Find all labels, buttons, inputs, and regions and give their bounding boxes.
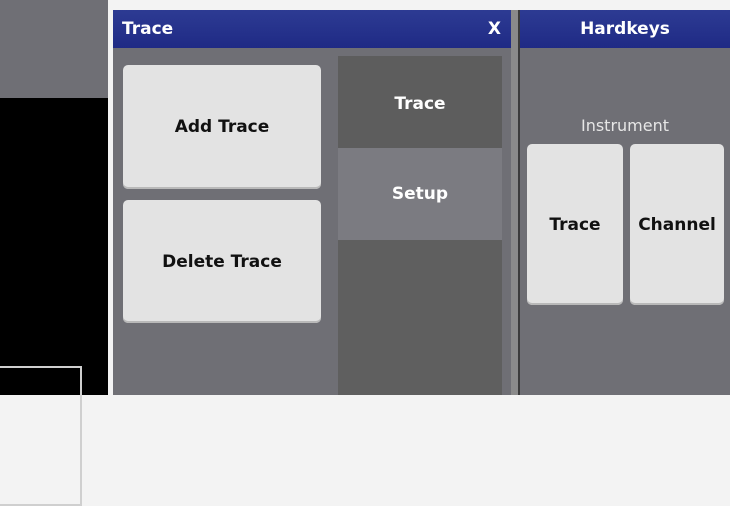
hardkeys-panel-title: Hardkeys — [580, 19, 670, 39]
tab-trace[interactable]: Trace — [338, 56, 502, 148]
tab-setup[interactable]: Setup — [338, 148, 502, 240]
hardkey-trace-button[interactable]: Trace — [527, 144, 623, 305]
instrument-section-label: Instrument — [580, 116, 670, 135]
add-trace-button[interactable]: Add Trace — [123, 65, 321, 189]
delete-trace-label: Delete Trace — [162, 251, 282, 272]
trace-panel-tabs: Trace Setup — [338, 56, 502, 395]
trace-panel: Trace X Add Trace Delete Trace Trace Set… — [113, 10, 511, 395]
trace-panel-titlebar: Trace X — [113, 10, 511, 48]
trace-panel-title: Trace — [122, 19, 174, 39]
add-trace-label: Add Trace — [174, 117, 270, 137]
hardkey-channel-label: Channel — [638, 214, 716, 235]
hardkeys-panel-titlebar: Hardkeys — [520, 10, 730, 48]
hardkey-channel-button[interactable]: Channel — [630, 144, 724, 305]
tab-trace-label: Trace — [394, 94, 446, 114]
panel-divider — [511, 10, 518, 395]
background-strip — [0, 0, 108, 98]
hardkeys-panel: Hardkeys Instrument Trace Channel — [518, 10, 730, 395]
delete-trace-button[interactable]: Delete Trace — [123, 200, 321, 323]
display-graph-outline — [0, 366, 82, 506]
instrument-display — [0, 98, 108, 506]
tab-setup-label: Setup — [391, 184, 449, 204]
close-button[interactable]: X — [488, 10, 501, 48]
hardkey-trace-label: Trace — [549, 214, 601, 235]
